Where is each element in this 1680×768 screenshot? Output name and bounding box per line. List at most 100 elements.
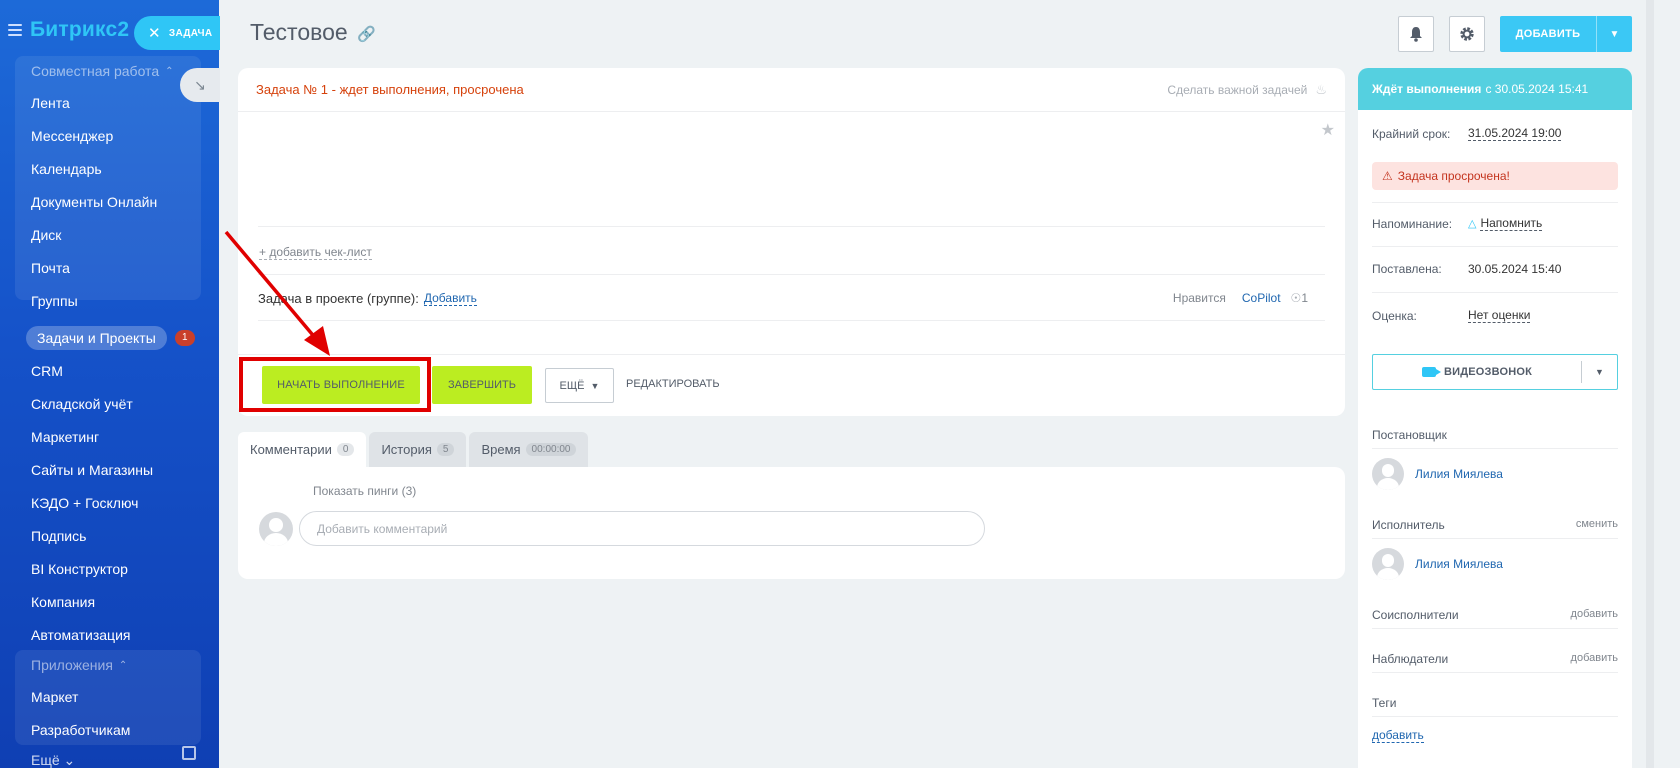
- deadline-value[interactable]: 31.05.2024 19:00: [1468, 126, 1562, 141]
- make-important-link[interactable]: Сделать важной задачей ♨: [1167, 82, 1327, 98]
- copilot-link[interactable]: CoPilot: [1242, 291, 1281, 305]
- coexecutors-add-link[interactable]: добавить: [1571, 608, 1618, 622]
- edit-button[interactable]: РЕДАКТИРОВАТЬ: [626, 378, 720, 390]
- sidebar-item-bi[interactable]: BI Конструктор: [15, 552, 201, 585]
- group-title-text: Совместная работа: [31, 63, 160, 79]
- assignee-section-title: Исполнитель сменить: [1372, 518, 1618, 532]
- sidebar-item-crm[interactable]: CRM: [15, 354, 201, 387]
- assignee-title: Исполнитель: [1372, 518, 1445, 532]
- menu-icon[interactable]: [8, 24, 22, 36]
- notification-button[interactable]: [1398, 16, 1434, 52]
- assignee-name: Лилия Миялева: [1415, 557, 1503, 571]
- sidebar-item-messenger[interactable]: Мессенджер: [15, 119, 201, 152]
- avatar: [1372, 548, 1404, 580]
- page-title: Тестовое: [250, 19, 348, 45]
- settings-button[interactable]: [1449, 16, 1485, 52]
- task-header: Задача № 1 - ждет выполнения, просрочена…: [238, 68, 1345, 112]
- link-icon[interactable]: 🔗: [357, 25, 376, 43]
- add-button[interactable]: ДОБАВИТЬ ▼: [1500, 16, 1632, 52]
- tab-time[interactable]: Время 00:00:00: [469, 432, 589, 467]
- divider: [1372, 202, 1618, 203]
- video-call-main[interactable]: ВИДЕОЗВОНОК: [1373, 355, 1581, 389]
- sidebar-item-feed[interactable]: Лента: [15, 86, 201, 119]
- chevron-down-icon[interactable]: ▼: [1581, 361, 1617, 383]
- sidebar-group-title[interactable]: Совместная работа ⌃: [15, 56, 201, 86]
- sidebar-item-docs[interactable]: Документы Онлайн: [15, 185, 201, 218]
- add-button-label[interactable]: ДОБАВИТЬ: [1500, 16, 1596, 52]
- left-sidebar: Битрикс2 Совместная работа ⌃ Лента Мессен…: [0, 0, 219, 768]
- views-count: 1: [1301, 291, 1308, 305]
- assignee-change-link[interactable]: сменить: [1576, 518, 1618, 532]
- rating-label: Оценка:: [1372, 308, 1417, 323]
- sidebar-item-developers[interactable]: Разработчикам: [15, 713, 201, 746]
- sidebar-item-company[interactable]: Компания: [15, 585, 201, 618]
- rating-value[interactable]: Нет оценки: [1468, 308, 1531, 323]
- warning-icon: ⚠: [1382, 169, 1393, 183]
- sidebar-group-title[interactable]: Приложения ⌃: [15, 650, 201, 680]
- show-pings-link[interactable]: Показать пинги (3): [313, 484, 416, 498]
- close-icon[interactable]: ✕: [148, 24, 161, 42]
- reminder-label: Напоминание:: [1372, 216, 1453, 231]
- tab-label: Комментарии: [250, 442, 332, 457]
- sidebar-item-kedo[interactable]: КЭДО + Госключ: [15, 486, 201, 519]
- tab-label: История: [381, 442, 432, 457]
- camera-icon: [1421, 367, 1441, 377]
- task-details-panel: Ждёт выполнения с 30.05.2024 15:41 Крайни…: [1358, 68, 1632, 768]
- project-add-link[interactable]: Добавить: [423, 291, 477, 306]
- sidebar-group-apps: Приложения ⌃ Маркет Разработчикам: [15, 650, 201, 745]
- video-call-label: ВИДЕОЗВОНОК: [1443, 366, 1533, 378]
- status-label: Ждёт выполнения: [1372, 82, 1482, 96]
- sidebar-header: Битрикс2: [8, 18, 129, 42]
- tab-counter: 0: [336, 443, 355, 456]
- sidebar-main-list: Задачи и Проекты 1 CRM Складской учёт Ма…: [15, 321, 201, 651]
- make-important-label: Сделать важной задачей: [1167, 82, 1308, 97]
- creator-title: Постановщик: [1372, 428, 1447, 442]
- comments-panel: Показать пинги (3) Добавить комментарий: [238, 467, 1345, 579]
- more-button[interactable]: ЕЩЁ ▼: [545, 368, 614, 403]
- observers-add-link[interactable]: добавить: [1571, 652, 1618, 666]
- divider: [258, 274, 1325, 275]
- sidebar-item-marketing[interactable]: Маркетинг: [15, 420, 201, 453]
- rating-row: Оценка: Нет оценки: [1372, 308, 1618, 323]
- creator-person[interactable]: Лилия Миялева: [1372, 458, 1503, 490]
- chevron-down-icon[interactable]: ▼: [1596, 16, 1632, 52]
- sidebar-item-groups[interactable]: Группы: [15, 284, 201, 317]
- brand-logo[interactable]: Битрикс2: [30, 18, 129, 42]
- reminder-link[interactable]: Напомнить: [1480, 216, 1543, 231]
- tags-section: Теги: [1372, 696, 1618, 710]
- divider: [1372, 448, 1618, 449]
- more-button-label: ЕЩЁ: [559, 379, 585, 392]
- creator-section-title: Постановщик: [1372, 428, 1618, 442]
- sidebar-item-inventory[interactable]: Складской учёт: [15, 387, 201, 420]
- star-icon[interactable]: ★: [1321, 120, 1335, 140]
- likes-row: Нравится CoPilot ☉ 1: [1173, 291, 1308, 305]
- sidebar-item-automation[interactable]: Автоматизация: [15, 618, 201, 651]
- tags-add-link[interactable]: добавить: [1372, 728, 1424, 743]
- page-scrollbar[interactable]: [1646, 0, 1654, 768]
- created-row: Поставлена: 30.05.2024 15:40: [1372, 262, 1618, 276]
- gear-icon: [1460, 27, 1474, 41]
- sidebar-item-tasks[interactable]: Задачи и Проекты 1: [15, 321, 201, 354]
- sidebar-item-calendar[interactable]: Календарь: [15, 152, 201, 185]
- tab-counter: 00:00:00: [525, 443, 577, 456]
- sidebar-item-disk[interactable]: Диск: [15, 218, 201, 251]
- sidebar-item-mail[interactable]: Почта: [15, 251, 201, 284]
- collapse-icon[interactable]: ↘: [180, 68, 220, 102]
- divider: [1372, 628, 1618, 629]
- comment-input[interactable]: Добавить комментарий: [299, 511, 985, 546]
- divider: [1372, 246, 1618, 247]
- sidebar-item-sites[interactable]: Сайты и Магазины: [15, 453, 201, 486]
- finish-task-button[interactable]: ЗАВЕРШИТЬ: [432, 366, 532, 404]
- sidebar-item-sign[interactable]: Подпись: [15, 519, 201, 552]
- task-slider-chip[interactable]: ✕ ЗАДАЧА: [134, 16, 220, 50]
- tab-label: Время: [481, 442, 521, 457]
- video-call-button[interactable]: ВИДЕОЗВОНОК ▼: [1372, 354, 1618, 390]
- settings-list-icon[interactable]: [182, 746, 196, 760]
- sidebar-more[interactable]: Ещё ⌄: [31, 752, 75, 768]
- assignee-person[interactable]: Лилия Миялева: [1372, 548, 1503, 580]
- like-button[interactable]: Нравится: [1173, 291, 1226, 305]
- tab-history[interactable]: История 5: [369, 432, 467, 467]
- sidebar-item-market[interactable]: Маркет: [15, 680, 201, 713]
- deadline-row: Крайний срок: 31.05.2024 19:00: [1372, 126, 1618, 141]
- tab-comments[interactable]: Комментарии 0: [238, 432, 367, 467]
